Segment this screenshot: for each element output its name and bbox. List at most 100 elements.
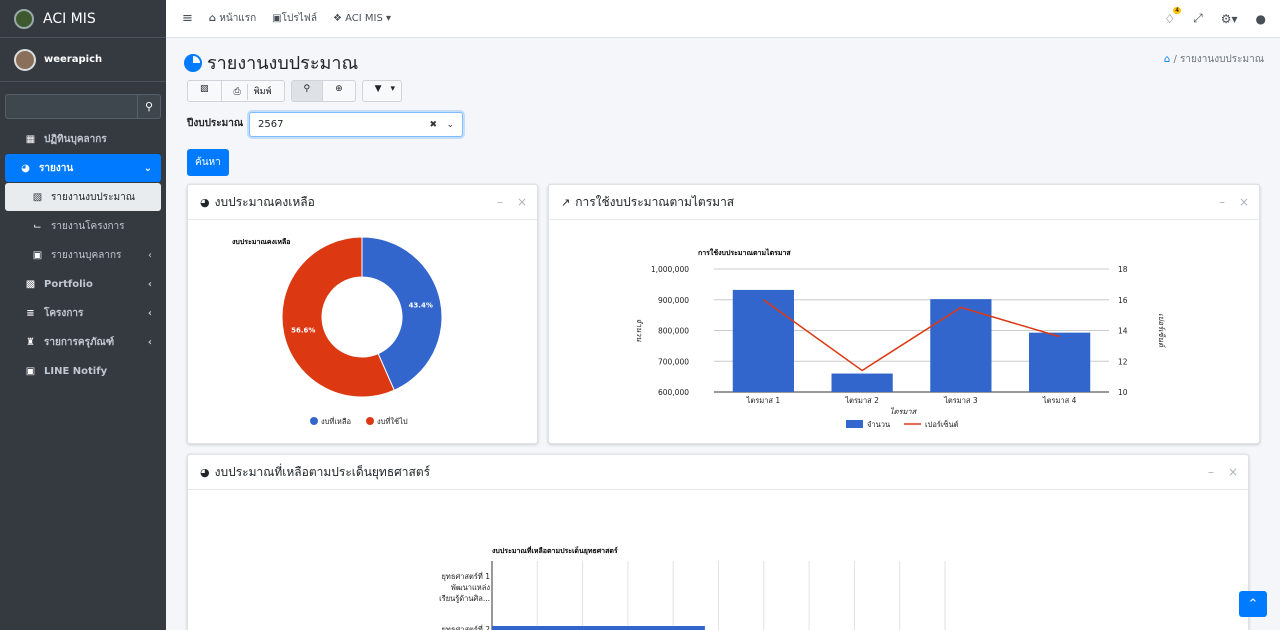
- search-icon: ⚲: [303, 84, 311, 94]
- data-label: 56.6%: [291, 326, 315, 334]
- pie-chart-icon: ◕: [200, 465, 210, 479]
- data-label: 43.4%: [409, 302, 433, 310]
- nav-module-dropdown[interactable]: ❖ ACI MIS ▾: [333, 13, 391, 24]
- close-icon[interactable]: ×: [1228, 465, 1238, 479]
- search-toggle-button[interactable]: ⚲: [291, 81, 324, 101]
- chart-area-icon: ⌙: [33, 220, 42, 232]
- legend-label: จำนวน: [867, 420, 890, 429]
- sidebar-item-label: รายงาน: [39, 162, 74, 174]
- notifications-button[interactable]: ♢ 4: [1164, 6, 1182, 26]
- legend-label: งบที่เหลือ: [321, 416, 351, 426]
- card-title: งบประมาณคงเหลือ: [214, 194, 315, 209]
- y2-tick-label: 14: [1118, 327, 1128, 336]
- file-invoice-icon: ▧: [32, 191, 43, 203]
- user-panel[interactable]: weerapich: [0, 38, 166, 82]
- chevron-left-icon: ‹: [147, 278, 152, 290]
- chevron-down-icon: ⌄: [143, 162, 152, 174]
- main-content: รายงานงบประมาณ ⌂ / รายงานงบประมาณ ▨ ⎙ พิม…: [166, 38, 1280, 630]
- sidebar-item-line-notify[interactable]: ▣ LINE Notify: [5, 357, 161, 385]
- cubes-icon: ❖: [332, 13, 342, 24]
- legend-label: เปอร์เซ็นต์: [925, 419, 959, 429]
- sidebar-item-label: Portfolio: [44, 278, 93, 290]
- print-icon: ⎙: [227, 84, 248, 100]
- brand-title: ACI MIS: [43, 10, 96, 27]
- print-button[interactable]: ⎙ พิมพ์: [222, 81, 284, 101]
- bar: [492, 626, 705, 630]
- chart-title: งบประมาณที่เหลือตามประเด็นยุทธศาสตร์: [492, 545, 618, 555]
- x-tick-label: ไตรมาส 4: [1042, 396, 1077, 405]
- y-tick-label: ยุทธศาสตร์ที่ 2: [442, 624, 491, 630]
- user-icon[interactable]: ●: [1256, 12, 1266, 26]
- page-title-text: รายงานงบประมาณ: [207, 53, 359, 74]
- nav-home-link[interactable]: ⌂ หน้าแรก: [209, 11, 256, 26]
- close-icon[interactable]: ×: [1239, 195, 1249, 209]
- y-tick-label: เรียนรู้ด้านศิล...: [439, 594, 490, 603]
- quarter-budget-card: ↗ การใช้งบประมาณตามไตรมาส – × การใช้งบประ…: [548, 184, 1260, 444]
- x-axis-label: ไตรมาส: [890, 407, 918, 416]
- y2-tick-label: 10: [1118, 388, 1128, 397]
- breadcrumb-current: รายงานงบประมาณ: [1180, 54, 1264, 65]
- remaining-budget-card: ◕ งบประมาณคงเหลือ – × งบประมาณคงเหลือ 43.4…: [187, 184, 538, 444]
- notification-count-badge: 4: [1173, 6, 1182, 14]
- home-icon[interactable]: ⌂: [1164, 54, 1170, 65]
- home-icon: ⌂: [208, 13, 217, 24]
- pie-chart-icon: ◕: [21, 162, 30, 174]
- y-axis-label: จำนวน: [635, 318, 644, 342]
- legend-marker: [366, 417, 374, 425]
- y2-tick-label: 12: [1118, 357, 1128, 366]
- sidebar-item-calendar[interactable]: ▦ ปฏิทินบุคลากร: [5, 125, 161, 153]
- nav-profile-link[interactable]: ▣โปรไฟล์: [272, 11, 317, 26]
- export-excel-button[interactable]: ▨: [188, 81, 222, 101]
- chevron-left-icon: ‹: [147, 307, 152, 319]
- sidebar-item-projects[interactable]: ≡ โครงการ ‹: [5, 299, 161, 327]
- sidebar-item-budget-report[interactable]: ▧ รายงานงบประมาณ: [5, 183, 161, 211]
- pie-chart-icon: ◕: [200, 195, 210, 209]
- y2-axis-label: เปอร์เซ็นต์: [1157, 313, 1166, 349]
- x-tick-label: ไตรมาส 1: [746, 396, 781, 405]
- breadcrumb: ⌂ / รายงานงบประมาณ: [1163, 54, 1264, 65]
- sidebar: ACI MIS weerapich ⚲ ▦ ปฏิทินบุคลากร ◕ รา…: [0, 0, 166, 630]
- menu-toggle-button[interactable]: ≡: [182, 11, 193, 26]
- sidebar-item-equipment[interactable]: ♜ รายการครุภัณฑ์ ‹: [5, 328, 161, 356]
- scroll-to-top-button[interactable]: ⌃: [1239, 591, 1267, 617]
- filter-dropdown-button[interactable]: ▼ ▾: [363, 81, 401, 101]
- brand[interactable]: ACI MIS: [0, 0, 166, 38]
- collapse-icon[interactable]: –: [1219, 195, 1225, 209]
- sidebar-item-personnel-report[interactable]: ▣ รายงานบุคลากร ‹: [5, 241, 161, 269]
- y-tick-label: 700,000: [658, 357, 689, 366]
- fullscreen-icon[interactable]: ⤢: [1193, 11, 1203, 26]
- y2-tick-label: 18: [1118, 265, 1128, 274]
- sidebar-item-label: ปฏิทินบุคลากร: [44, 133, 107, 145]
- id-card-icon: ▩: [25, 278, 36, 290]
- quarter-budget-chart: การใช้งบประมาณตามไตรมาส 600,000 700,000 800…: [635, 248, 1166, 429]
- y-tick-label: พัฒนาแหล่ง: [451, 583, 490, 592]
- series-line: [762, 299, 1060, 372]
- fiscal-year-select[interactable]: 2567 ✖ ⌄: [249, 112, 463, 137]
- legend-label: งบที่ใช้ไป: [377, 416, 408, 426]
- sidebar-search-button[interactable]: ⚲: [137, 94, 161, 119]
- collapse-icon[interactable]: –: [1208, 465, 1214, 479]
- excel-icon: ▨: [200, 84, 209, 94]
- settings-dropdown[interactable]: ⚙▾: [1221, 12, 1238, 26]
- avatar: [14, 48, 36, 71]
- search-button[interactable]: ค้นหา: [187, 149, 229, 176]
- fiscal-year-value: 2567: [258, 119, 284, 130]
- collapse-icon[interactable]: –: [497, 195, 503, 209]
- sidebar-search-input[interactable]: [5, 94, 137, 119]
- y-tick-label: 600,000: [658, 388, 689, 397]
- strategy-budget-card: ◕ งบประมาณที่เหลือตามประเด็นยุทธศาสตร์ –…: [187, 454, 1249, 630]
- close-icon[interactable]: ×: [517, 195, 527, 209]
- logo-icon: [14, 8, 34, 29]
- zoom-button[interactable]: ⊕: [323, 81, 355, 101]
- gear-icon: ⚙: [1220, 11, 1232, 26]
- y-tick-label: 900,000: [658, 296, 689, 305]
- sidebar-item-project-report[interactable]: ⌙ รายงานโครงการ: [5, 212, 161, 240]
- sidebar-item-label: รายงานโครงการ: [51, 220, 125, 232]
- chevron-up-icon: ⌃: [1247, 596, 1259, 612]
- sidebar-item-portfolio[interactable]: ▩ Portfolio ‹: [5, 270, 161, 298]
- clear-icon[interactable]: ✖: [429, 120, 437, 130]
- sidebar-item-reports[interactable]: ◕ รายงาน ⌄: [5, 154, 161, 182]
- nav-module-label: ACI MIS: [345, 13, 383, 24]
- sidebar-item-label: LINE Notify: [44, 365, 108, 377]
- toolbar: ▨ ⎙ พิมพ์ ⚲ ⊕ ▼ ▾: [187, 80, 402, 102]
